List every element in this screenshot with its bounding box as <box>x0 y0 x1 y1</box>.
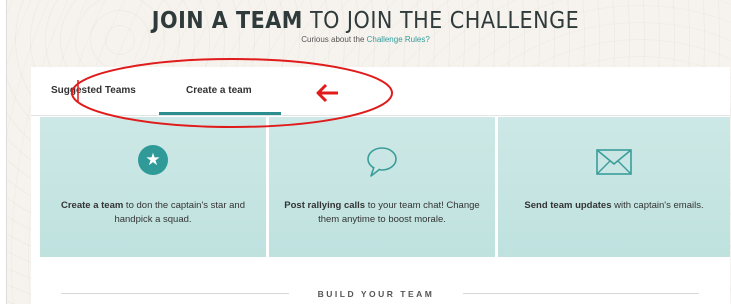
feature-card-team-updates: Send team updates with captain's emails. <box>498 117 730 257</box>
card-text-rest: with captain's emails. <box>611 200 704 211</box>
chat-bubble-icon <box>367 147 397 177</box>
build-your-team-divider: BUILD YOUR TEAM <box>31 289 730 299</box>
teams-panel: Suggested Teams Create a team ★ Create a… <box>31 67 730 304</box>
card-text-rest: to don the captain's star and handpick a… <box>114 200 245 225</box>
tab-bar: Suggested Teams Create a team <box>31 67 730 116</box>
card-text: Create a team to don the captain's star … <box>50 199 256 227</box>
card-text-bold: Post rallying calls <box>284 200 366 211</box>
star-icon: ★ <box>138 145 168 175</box>
tab-create-a-team[interactable]: Create a team <box>186 85 252 96</box>
envelope-icon <box>596 149 632 175</box>
card-text: Post rallying calls to your team chat! C… <box>279 199 485 227</box>
card-icon-wrap <box>498 145 730 179</box>
subtitle-text: Curious about the <box>301 35 367 44</box>
divider-line-left <box>61 293 289 294</box>
title-strong: JOIN A TEAM <box>151 8 303 34</box>
page-subtitle: Curious about the Challenge Rules? <box>0 35 731 44</box>
feature-cards: ★ Create a team to don the captain's sta… <box>40 117 730 257</box>
challenge-rules-link[interactable]: Challenge Rules? <box>367 35 430 44</box>
tab-suggested-teams[interactable]: Suggested Teams <box>51 85 136 96</box>
card-icon-wrap: ★ <box>40 145 266 179</box>
section-heading: BUILD YOUR TEAM <box>317 289 435 299</box>
left-edge-strip <box>0 0 7 304</box>
feature-card-rallying-calls: Post rallying calls to your team chat! C… <box>269 117 495 257</box>
card-text: Send team updates with captain's emails. <box>508 199 720 213</box>
feature-card-create-team: ★ Create a team to don the captain's sta… <box>40 117 266 257</box>
active-tab-indicator <box>159 112 281 115</box>
title-light: TO JOIN THE CHALLENGE <box>302 8 580 34</box>
page-title: JOIN A TEAM TO JOIN THE CHALLENGE <box>0 8 731 34</box>
divider-line-right <box>463 293 699 294</box>
card-icon-wrap <box>269 145 495 179</box>
card-text-bold: Create a team <box>60 200 124 211</box>
card-text-bold: Send team updates <box>524 200 612 211</box>
page-header: JOIN A TEAM TO JOIN THE CHALLENGE Curiou… <box>0 8 731 44</box>
